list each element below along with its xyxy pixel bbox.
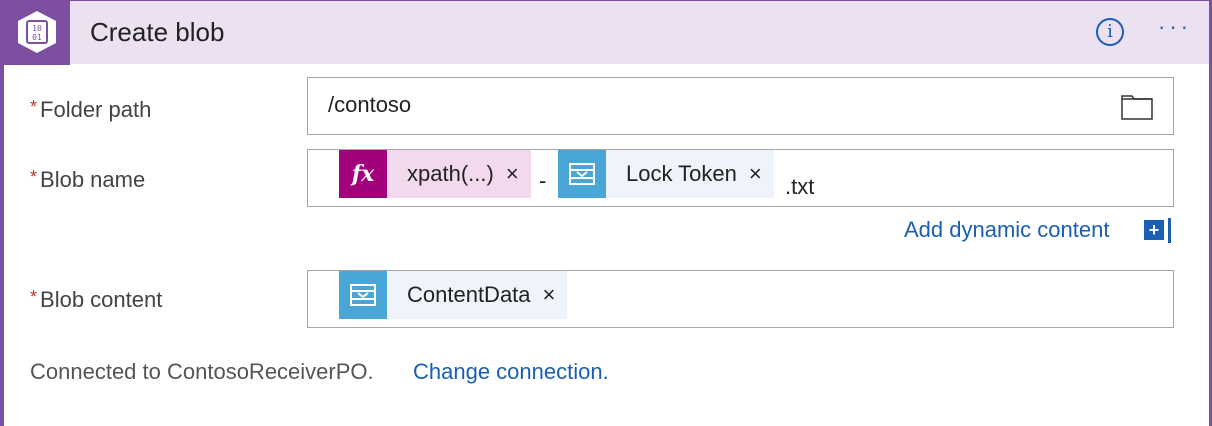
add-dynamic-content-link[interactable]: Add dynamic content [904,217,1109,243]
name-suffix: .txt [785,174,815,199]
folder-path-field[interactable]: /contoso [307,77,1174,135]
remove-token-icon[interactable]: × [494,161,531,187]
required-mark: * [30,287,38,307]
card-title: Create blob [90,17,225,47]
info-icon[interactable]: i [1096,18,1124,46]
icon-text-bottom: 01 [32,33,42,42]
folder-path-label-text: Folder path [40,97,152,122]
plus-divider [1168,218,1171,243]
add-dynamic-content-plus-icon[interactable]: + [1144,220,1164,240]
blob-name-field[interactable]: fx xpath(...) × - Lock Token × .txt [307,149,1174,207]
card-border-left [0,64,4,426]
blob-name-label-text: Blob name [40,167,146,192]
blob-content-label: * Blob content [30,287,162,313]
token-xpath[interactable]: fx xpath(...) × [339,150,531,198]
change-connection-link[interactable]: Change connection. [413,359,609,385]
remove-token-icon[interactable]: × [531,282,568,308]
required-mark: * [30,167,38,187]
connection-status: Connected to ContosoReceiverPO. [30,359,374,384]
token-label: Lock Token [626,161,737,186]
function-icon: fx [339,150,387,198]
token-content-data[interactable]: ContentData × [339,271,568,319]
required-mark: * [30,97,38,117]
blob-content-label-text: Blob content [40,287,163,312]
blob-content-field[interactable]: ContentData × [307,270,1174,328]
service-bus-icon [558,150,606,198]
icon-text-top: 10 [32,24,42,33]
name-separator: - [539,168,547,193]
card-header[interactable]: 10 01 Create blob i ··· [0,0,1212,65]
folder-path-label: * Folder path [30,97,151,123]
token-label: xpath(...) [407,161,494,186]
blob-storage-icon: 10 01 [4,0,70,65]
more-options-icon[interactable]: ··· [1158,14,1192,40]
token-lock-token[interactable]: Lock Token × [558,150,774,198]
folder-icon[interactable] [1121,92,1153,120]
remove-token-icon[interactable]: × [737,161,774,187]
service-bus-icon [339,271,387,319]
create-blob-card: 10 01 Create blob i ··· * Folder path /co… [0,0,1212,426]
folder-path-value: /contoso [328,92,412,117]
token-label: ContentData [407,282,531,307]
blob-name-label: * Blob name [30,167,145,193]
